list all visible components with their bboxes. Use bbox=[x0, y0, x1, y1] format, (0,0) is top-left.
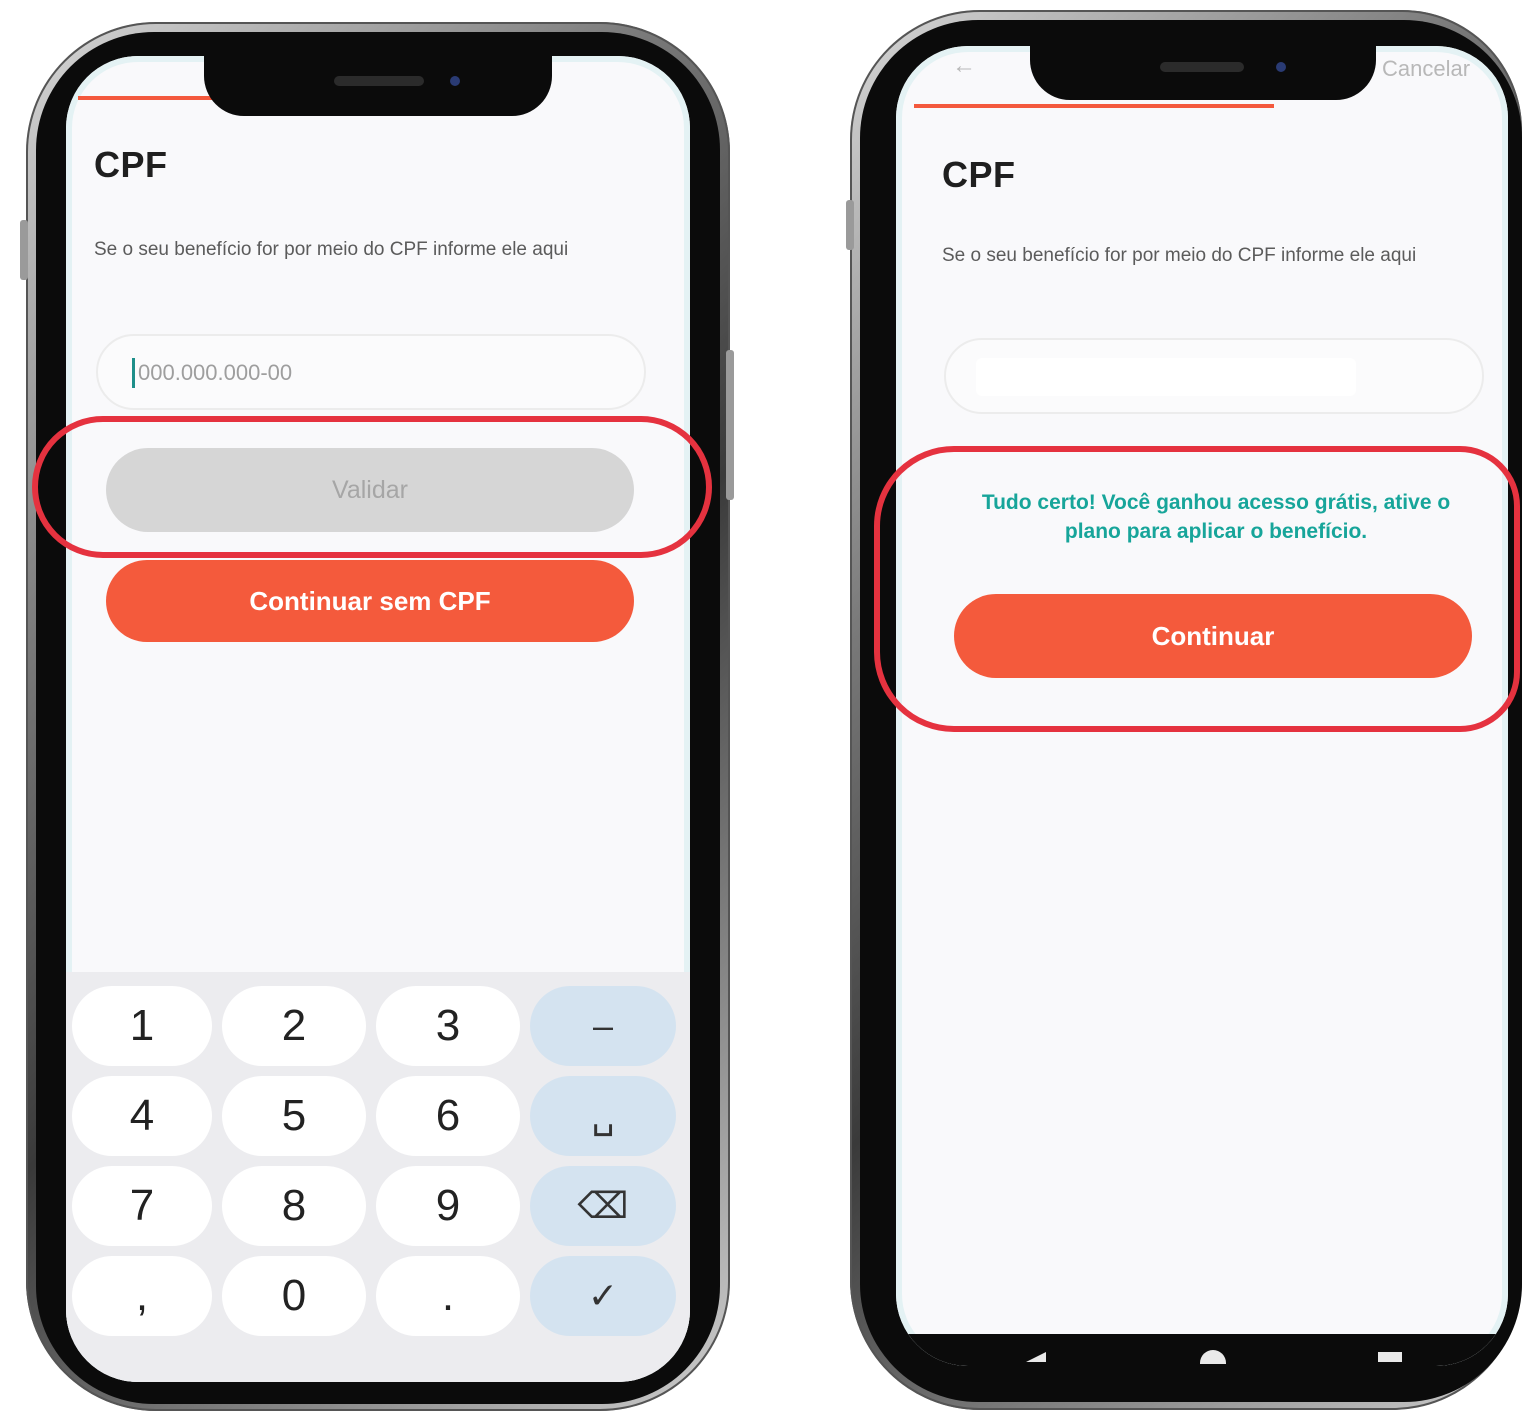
check-icon[interactable]: ✓ bbox=[530, 1256, 676, 1336]
key-8[interactable]: 8 bbox=[222, 1166, 366, 1246]
key-9[interactable]: 9 bbox=[376, 1166, 520, 1246]
numeric-keypad: 1 2 3 – 4 5 6 ␣ 7 8 9 ⌫ , 0 . ✓ bbox=[66, 972, 690, 1382]
key-6[interactable]: 6 bbox=[376, 1076, 520, 1156]
nav-recents-icon[interactable] bbox=[1378, 1352, 1402, 1362]
cpf-input-filled[interactable] bbox=[944, 338, 1484, 414]
key-2[interactable]: 2 bbox=[222, 986, 366, 1066]
left-progress-bar bbox=[78, 96, 228, 100]
left-phone-side-button bbox=[726, 350, 734, 500]
left-page-title: CPF bbox=[94, 144, 168, 185]
backspace-icon[interactable]: ⌫ bbox=[530, 1166, 676, 1246]
continue-without-cpf-button[interactable]: Continuar sem CPF bbox=[106, 560, 634, 642]
key-comma[interactable]: , bbox=[72, 1256, 212, 1336]
right-phone-notch bbox=[1030, 46, 1376, 100]
right-highlight-success bbox=[874, 446, 1520, 732]
right-progress-bar bbox=[914, 104, 1274, 108]
cpf-input-value-mask bbox=[976, 358, 1356, 396]
nav-home-icon[interactable] bbox=[1200, 1350, 1226, 1364]
left-phone-speaker bbox=[334, 76, 424, 86]
cancel-link[interactable]: Cancelar bbox=[1382, 56, 1470, 82]
right-page-title: CPF bbox=[942, 154, 1016, 195]
key-7[interactable]: 7 bbox=[72, 1166, 212, 1246]
left-screen: CPF Se o seu benefício for por meio do C… bbox=[66, 56, 690, 1382]
left-phone-notch bbox=[204, 56, 552, 116]
right-phone-camera bbox=[1276, 62, 1286, 72]
key-space[interactable]: ␣ bbox=[530, 1076, 676, 1156]
left-description: Se o seu benefício for por meio do CPF i… bbox=[94, 239, 569, 260]
cpf-input[interactable]: 000.000.000-00 bbox=[96, 334, 646, 410]
key-dash[interactable]: – bbox=[530, 986, 676, 1066]
key-0[interactable]: 0 bbox=[222, 1256, 366, 1336]
right-phone-speaker bbox=[1160, 62, 1244, 72]
input-caret bbox=[132, 358, 135, 388]
nav-back-icon[interactable] bbox=[1026, 1352, 1046, 1362]
back-arrow-icon[interactable]: ← bbox=[952, 52, 976, 80]
left-phone-camera bbox=[450, 76, 460, 86]
left-highlight-validate bbox=[32, 416, 712, 558]
cpf-input-placeholder: 000.000.000-00 bbox=[138, 360, 293, 385]
key-3[interactable]: 3 bbox=[376, 986, 520, 1066]
right-description: Se o seu benefício for por meio do CPF i… bbox=[942, 245, 1417, 266]
key-4[interactable]: 4 bbox=[72, 1076, 212, 1156]
key-5[interactable]: 5 bbox=[222, 1076, 366, 1156]
key-period[interactable]: . bbox=[376, 1256, 520, 1336]
android-nav-bar bbox=[896, 1334, 1508, 1366]
left-phone-side-button bbox=[20, 220, 28, 280]
right-phone-side-button bbox=[846, 200, 854, 250]
key-1[interactable]: 1 bbox=[72, 986, 212, 1066]
